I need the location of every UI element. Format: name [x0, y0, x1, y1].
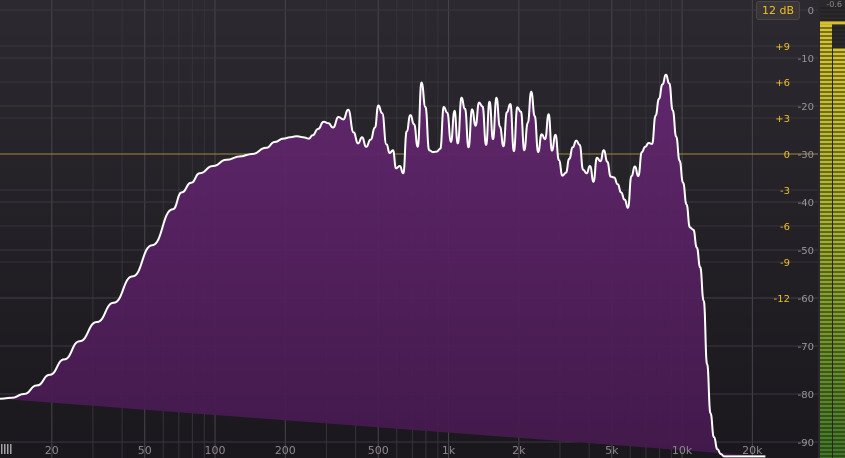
grip-bar [4, 444, 6, 454]
grip-bar [7, 444, 9, 454]
db-tick-label: -12 [774, 294, 790, 305]
peak-readout: -0.6 [826, 0, 842, 9]
spectrum-display[interactable]: 20 50 100 200 500 1k 2k 5k 10k 20k +9+6+30-3-6-9-… [0, 0, 845, 458]
level-meter [818, 0, 845, 458]
freq-tick-label: 1k [442, 444, 456, 457]
level-tick-label: -40 [798, 198, 814, 209]
db-tick-label: +6 [775, 78, 790, 89]
freq-tick-label: 2k [512, 444, 526, 457]
freq-tick-label: 5k [605, 444, 619, 457]
level-tick-label: -30 [798, 150, 814, 161]
freq-tick-label: 200 [275, 444, 296, 457]
level-tick-label: 0 [808, 6, 814, 17]
level-tick-label: -70 [798, 342, 814, 353]
freq-tick-label: 50 [138, 444, 152, 457]
level-tick-label: -20 [798, 102, 814, 113]
level-tick-label: -90 [798, 438, 814, 449]
level-tick-label: -80 [798, 390, 814, 401]
db-tick-label: +9 [775, 42, 790, 53]
db-tick-label: 0 [784, 150, 790, 161]
meter-peak-hold [820, 21, 845, 25]
grip-bar [10, 444, 12, 454]
level-tick-label: -60 [798, 294, 814, 305]
freq-tick-label: 100 [205, 444, 226, 457]
db-tick-label: +3 [775, 114, 790, 125]
level-tick-label: -10 [798, 54, 814, 65]
level-tick-label: -50 [798, 246, 814, 257]
db-tick-label: -3 [780, 186, 790, 197]
freq-tick-label: 10k [672, 444, 693, 457]
spectrum-analyzer-window: 20 50 100 200 500 1k 2k 5k 10k 20k +9 +6 +3 0 -3 -6 -9-… [0, 0, 845, 458]
grip-bar [1, 444, 3, 454]
range-button[interactable]: 12 dB [756, 1, 800, 20]
freq-tick-label: 20k [742, 444, 763, 457]
db-tick-label: -9 [780, 258, 790, 269]
freq-tick-label: 20 [45, 444, 59, 457]
meter-bar-right [833, 48, 845, 458]
freq-tick-label: 500 [368, 444, 389, 457]
db-tick-label: -6 [780, 222, 790, 233]
meter-bar-left [820, 24, 832, 458]
